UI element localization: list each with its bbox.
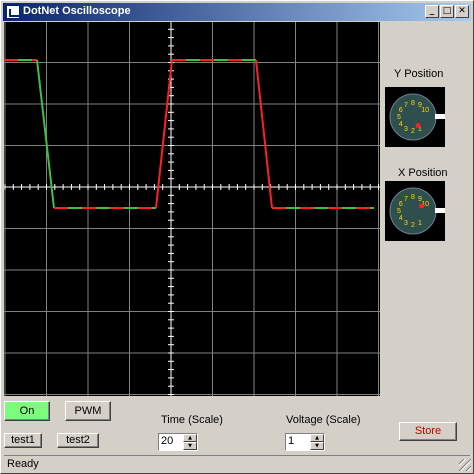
knob-number: 3 [404,126,408,133]
time-scale-stepper[interactable]: 20 ▲ ▼ [158,433,198,451]
time-scale-label: Time (Scale) [161,414,223,426]
y-position-knob[interactable]: 1 2 3 4 5 6 7 8 9 10 [385,87,445,147]
knob-number: 2 [411,222,415,229]
voltage-scale-value[interactable]: 1 [288,435,294,447]
knob-number: 4 [399,215,403,222]
x-knob-dial[interactable]: 1234567 8 910 [385,181,445,241]
y-position-label: Y Position [394,68,444,80]
voltage-up-arrow-icon[interactable]: ▲ [310,434,324,442]
knob-number: 5 [397,208,401,215]
voltage-scale-label: Voltage (Scale) [286,414,361,426]
time-down-arrow-icon[interactable]: ▼ [183,442,197,450]
x-position-label: X Position [398,167,448,179]
voltage-scale-stepper[interactable]: 1 ▲ ▼ [285,433,325,451]
time-up-arrow-icon[interactable]: ▲ [183,434,197,442]
trace-falling-edge [255,59,273,209]
knob-number: 5 [397,114,401,121]
knob-marker-icon [419,203,425,209]
on-button[interactable]: On [4,401,50,421]
knob-number: 3 [404,220,408,227]
title-bar[interactable]: DotNet Oscilloscope _ □ ✕ [3,3,471,21]
minimize-button[interactable]: _ [425,5,439,18]
time-scale-value[interactable]: 20 [161,435,173,447]
knob-number: 2 [411,128,415,135]
knob-number: 10 [421,107,429,114]
y-knob-dial[interactable]: 1234567 8 910 [385,87,445,147]
app-icon [6,5,20,19]
knob-number: 7 [404,102,408,109]
test1-button[interactable]: test1 [4,433,42,448]
test2-button[interactable]: test2 [57,433,99,448]
knob-number: 6 [399,107,403,114]
pwm-button[interactable]: PWM [65,401,111,421]
knob-number: 7 [404,196,408,203]
trace-rising-edge [155,59,173,209]
scope-display [4,22,380,396]
status-bar: Ready [4,455,470,471]
knob-pointer-icon [435,208,445,213]
voltage-down-arrow-icon[interactable]: ▼ [310,442,324,450]
oscilloscope-screen [4,22,380,396]
knob-pointer-icon [435,114,445,119]
close-button[interactable]: ✕ [455,5,469,18]
x-position-knob[interactable]: 1 2 3 4 5 6 7 8 9 10 [385,181,445,241]
main-window: DotNet Oscilloscope _ □ ✕ Y Position 123… [0,0,474,474]
knob-number: 1 [418,220,422,227]
resize-grip-icon[interactable] [459,459,471,471]
store-button[interactable]: Store [399,422,457,441]
trace-falling-edge [36,59,55,209]
knob-number: 8 [411,100,415,107]
maximize-button[interactable]: □ [440,5,454,18]
knob-number: 4 [399,121,403,128]
knob-number: 8 [411,194,415,201]
knob-number: 6 [399,201,403,208]
knob-marker-icon [415,123,421,129]
window-title: DotNet Oscilloscope [23,5,131,17]
status-text: Ready [7,458,39,470]
